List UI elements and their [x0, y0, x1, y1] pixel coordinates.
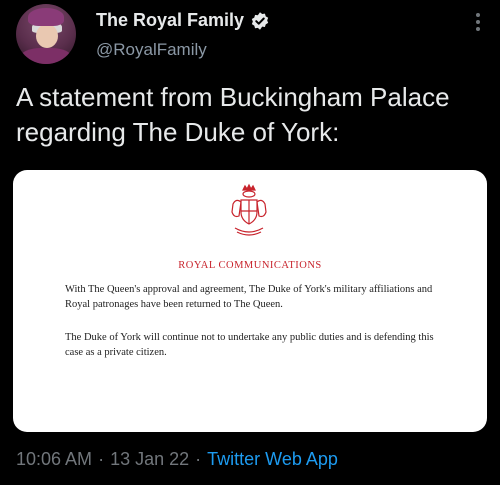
meta-separator: · — [98, 449, 105, 469]
handle[interactable]: @RoyalFamily — [96, 40, 207, 60]
display-name[interactable]: The Royal Family — [96, 10, 244, 31]
avatar-hat — [28, 8, 64, 26]
tweet-media-image[interactable]: ROYAL COMMUNICATIONS With The Queen's ap… — [13, 170, 487, 432]
tweet-source-link[interactable]: Twitter Web App — [207, 449, 338, 470]
avatar[interactable] — [16, 4, 76, 64]
avatar-face — [36, 24, 58, 48]
tweet-date[interactable]: 13 Jan 22 — [110, 449, 189, 470]
media-paragraph-2: The Duke of York will continue not to un… — [65, 332, 434, 358]
meta-separator-2: · — [195, 449, 202, 469]
more-options-icon[interactable] — [474, 10, 482, 36]
avatar-coat — [20, 48, 72, 64]
media-heading: ROYAL COMMUNICATIONS — [178, 260, 322, 271]
tweet-meta: 10:06 AM · 13 Jan 22 · Twitter Web App — [16, 449, 338, 470]
tweet-time[interactable]: 10:06 AM — [16, 449, 92, 470]
media-paragraph-1: With The Queen's approval and agreement,… — [65, 284, 433, 310]
author-name-row: The Royal Family — [96, 10, 270, 31]
royal-crest-icon — [231, 183, 267, 236]
verified-badge-icon — [250, 11, 270, 31]
tweet-text: A statement from Buckingham Palace regar… — [16, 82, 450, 147]
